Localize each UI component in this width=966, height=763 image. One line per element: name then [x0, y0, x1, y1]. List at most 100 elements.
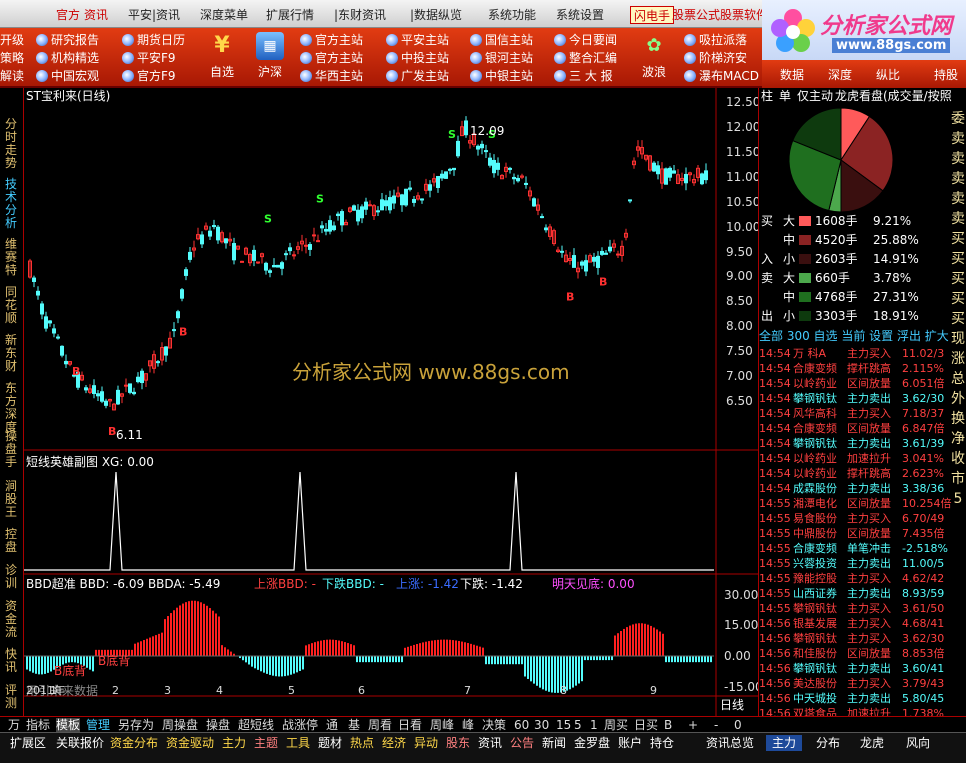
function-tab[interactable]: 资金驱动 [166, 735, 214, 751]
tb-site-5[interactable]: 中投主站 [386, 50, 449, 66]
template-tab[interactable]: 万 [8, 718, 20, 732]
tb-c1-1[interactable]: 策略 [0, 50, 24, 66]
function-tab[interactable]: 股东 [446, 735, 470, 751]
template-tab[interactable]: 战涨停 [282, 718, 318, 732]
function-tab[interactable]: 持仓 [650, 735, 674, 751]
template-tab[interactable]: B [664, 718, 672, 732]
function-tab[interactable]: 扩展区 [10, 735, 46, 751]
template-tab[interactable]: 5 [574, 718, 582, 732]
zoom-control[interactable]: + [688, 718, 698, 732]
template-tab[interactable]: 周峰 [430, 718, 454, 732]
nav-flash-news[interactable]: 快讯 [5, 648, 19, 674]
template-tab[interactable]: 峰 [462, 718, 474, 732]
tb-site-4[interactable]: 平安主站 [386, 32, 449, 48]
tb-today-news[interactable]: 今日要闻 [554, 32, 617, 48]
function-tab[interactable]: 热点 [350, 735, 374, 751]
nav-fund-flow[interactable]: 资金流 [5, 600, 19, 639]
trade-row[interactable]: 14:54 成霖股份 主力卖出 3.38/36 [759, 481, 966, 496]
template-tab[interactable]: 管理 [86, 718, 110, 732]
template-tab[interactable]: 超短线 [238, 718, 274, 732]
function-tab[interactable]: 主题 [254, 735, 278, 751]
compare-button[interactable]: 纵比 [876, 67, 900, 83]
tb-site-2[interactable]: 官方主站 [300, 50, 363, 66]
zoom-control[interactable]: - [714, 718, 718, 732]
trade-row[interactable]: 14:54 合康变频 区间放量 6.847倍 [759, 421, 966, 436]
tb-futures[interactable]: 期货日历 [122, 32, 185, 48]
nav-tonghuashun[interactable]: 同花顺 [5, 286, 19, 325]
function-tab[interactable]: 金罗盘 [574, 735, 610, 751]
trade-row[interactable]: 14:55 豫能控股 主力买入 4.62/42 [759, 571, 966, 586]
menu-system[interactable]: 系统功能 [488, 6, 536, 24]
function-tab[interactable]: 资金分布 [110, 735, 158, 751]
menu-news[interactable]: 资讯 [84, 6, 108, 24]
tb-c1-2[interactable]: 解读 [0, 68, 24, 84]
tb-site-8[interactable]: 银河主站 [470, 50, 533, 66]
nav-stock-king[interactable]: 涧股王 [5, 480, 19, 519]
trade-row[interactable]: 14:56 和佳股份 区间放量 8.853倍 [759, 646, 966, 661]
template-tab[interactable]: 1 [590, 718, 598, 732]
template-tab[interactable]: 指标 [26, 718, 50, 732]
template-tab[interactable]: 决策 [482, 718, 506, 732]
tb-site-1[interactable]: 官方主站 [300, 32, 363, 48]
trade-row[interactable]: 14:55 易食股份 主力买入 6.70/49 [759, 511, 966, 526]
menu-data[interactable]: |数据纵览 [410, 6, 462, 24]
template-tab[interactable]: 60 [514, 718, 529, 732]
trade-row[interactable]: 14:56 银基发展 主力买入 4.68/41 [759, 616, 966, 631]
tb-macro[interactable]: 中国宏观 [36, 68, 99, 84]
tab-active-only[interactable]: 仅主动 [797, 89, 833, 103]
template-tab[interactable]: 30 [534, 718, 549, 732]
trade-row[interactable]: 14:54 攀钢钒钛 主力卖出 3.61/39 [759, 436, 966, 451]
function-tab[interactable]: 账户 [618, 735, 642, 751]
trade-row[interactable]: 14:56 中天城投 主力卖出 5.80/45 [759, 691, 966, 706]
wave-button[interactable]: ✿ 波浪 [630, 30, 678, 86]
menu-settings[interactable]: 系统设置 [556, 6, 604, 24]
zoom-control[interactable]: 0 [734, 718, 742, 732]
shsz-button[interactable]: ▦ 沪深 [246, 30, 294, 86]
template-tab[interactable]: 周看 [368, 718, 392, 732]
depth-button[interactable]: 深度 [828, 67, 852, 83]
nav-review[interactable]: 评测 [5, 684, 19, 710]
trade-row[interactable]: 14:54 以岭药业 加速拉升 3.041% [759, 451, 966, 466]
function-tab[interactable]: 异动 [414, 735, 438, 751]
tb-site-3[interactable]: 华西主站 [300, 68, 363, 84]
trade-row[interactable]: 14:55 山西证券 主力卖出 8.93/59 [759, 586, 966, 601]
function-tab[interactable]: 关联报价 [56, 735, 104, 751]
holdings-button[interactable]: 持股 [934, 67, 958, 83]
trade-row[interactable]: 14:54 万 科A 主力买入 11.02/3 [759, 346, 966, 361]
trade-row[interactable]: 14:55 兴蓉投资 主力卖出 11.00/5 [759, 556, 966, 571]
tab-bar-chart[interactable]: 柱 [761, 89, 773, 103]
tb-site-9[interactable]: 中银主站 [470, 68, 533, 84]
nav-weisaite[interactable]: 维赛特 [5, 238, 19, 277]
menu-official[interactable]: 官方 [56, 6, 80, 24]
info-tab[interactable]: 分布 [816, 735, 840, 751]
tb-indicator-2[interactable]: 阶梯济安 [684, 50, 747, 66]
menu-pingan-news[interactable]: 平安|资讯 [128, 6, 180, 24]
menu-formula-ad[interactable]: 股票公式股票软件 [672, 6, 768, 24]
tb-site-6[interactable]: 广发主站 [386, 68, 449, 84]
function-tab[interactable]: 资讯 [478, 735, 502, 751]
template-tab[interactable]: 周操盘 [162, 718, 198, 732]
trade-row[interactable]: 14:55 攀钢钒钛 主力买入 3.61/50 [759, 601, 966, 616]
nav-technical[interactable]: 技术分析 [5, 178, 19, 230]
template-tab[interactable]: 日看 [398, 718, 422, 732]
function-tab[interactable]: 工具 [286, 735, 310, 751]
menu-ext-quote[interactable]: 扩展行情 [266, 6, 314, 24]
template-tab[interactable]: 15 [556, 718, 571, 732]
data-button[interactable]: 数据 [780, 67, 804, 83]
tb-research[interactable]: 研究报告 [36, 32, 99, 48]
template-tab[interactable]: 另存为 [118, 718, 154, 732]
menu-depth[interactable]: 深度菜单 [200, 6, 248, 24]
watchlist-button[interactable]: ¥ 自选 [198, 30, 246, 86]
nav-control[interactable]: 控盘 [5, 528, 19, 554]
trade-row[interactable]: 14:55 中鼎股份 区间放量 7.435倍 [759, 526, 966, 541]
info-tab[interactable]: 主力 [766, 735, 803, 751]
tb-three-reports[interactable]: 三 大 报 [554, 68, 613, 84]
tab-dragon-tiger[interactable]: 龙虎看盘(成交量/按照 [835, 89, 952, 103]
template-tab[interactable]: 通 [326, 718, 338, 732]
template-tab[interactable]: 日买 [634, 718, 658, 732]
tb-digest[interactable]: 整合汇编 [554, 50, 617, 66]
tb-site-7[interactable]: 国信主站 [470, 32, 533, 48]
trade-row[interactable]: 14:56 美达股份 主力买入 3.79/43 [759, 676, 966, 691]
daily-label[interactable]: 日线 [720, 698, 744, 712]
trade-row[interactable]: 14:54 合康变频 撑杆跳高 2.115% [759, 361, 966, 376]
